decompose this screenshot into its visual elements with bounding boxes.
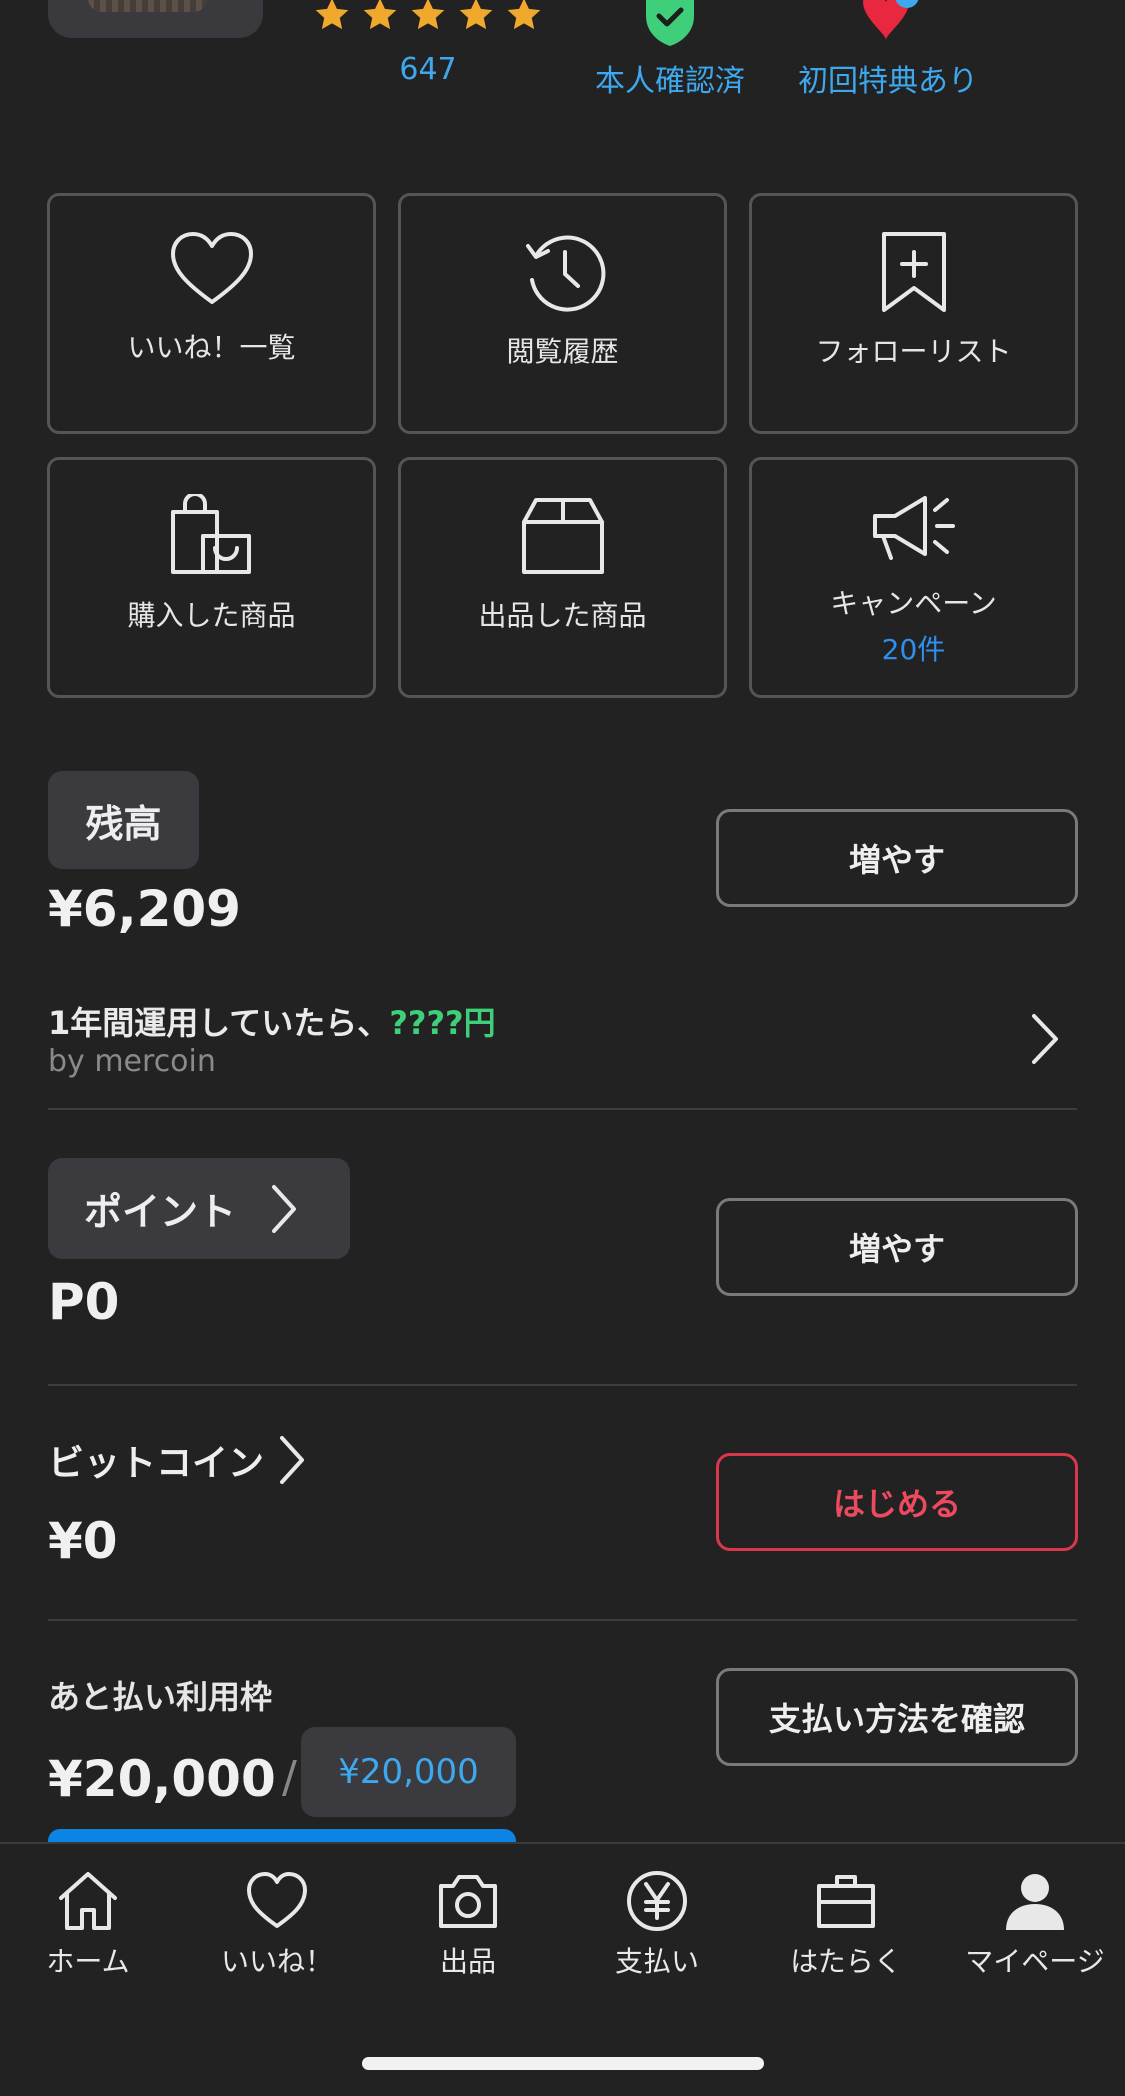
history-clock-icon	[525, 235, 605, 312]
bitcoin-amount: ¥0	[48, 1512, 118, 1570]
home-indicator	[362, 2057, 764, 2070]
tile-purchased[interactable]: 購入した商品	[47, 457, 376, 698]
tile-history-label: 閲覧履歴	[506, 335, 619, 368]
first-bonus-badge-label: 初回特典あり	[798, 64, 978, 99]
box-icon	[521, 498, 604, 574]
payment-method-button[interactable]: 支払い方法を確認	[716, 1668, 1078, 1766]
nav-work[interactable]: はたらく	[756, 1868, 936, 1980]
balance-label: 残高	[48, 771, 199, 869]
deferred-limit-label: あと払い利用枠	[48, 1678, 273, 1716]
tile-follow-list-label: フォローリスト	[815, 335, 1012, 368]
promo-by: by mercoin	[48, 1044, 216, 1079]
heart-icon	[170, 232, 253, 304]
nav-likes-label: いいね！	[220, 1945, 333, 1978]
camera-icon	[439, 1875, 497, 1928]
shopping-bag-icon	[170, 494, 251, 574]
divider	[48, 1384, 1077, 1386]
nav-pay-label: 支払い	[614, 1945, 699, 1978]
bookmark-plus-icon	[881, 232, 946, 312]
tile-likes[interactable]: いいね！一覧	[47, 193, 376, 434]
nav-likes[interactable]: いいね！	[187, 1868, 367, 1980]
points-label: ポイント	[84, 1190, 237, 1234]
bitcoin-label-button[interactable]: ビットコイン	[48, 1434, 306, 1486]
bitcoin-label: ビットコイン	[48, 1443, 265, 1484]
nav-sell[interactable]: 出品	[378, 1868, 558, 1980]
balance-increase-button[interactable]: 増やす	[716, 809, 1078, 907]
chevron-right-icon	[280, 1436, 305, 1484]
points-increase-button[interactable]: 増やす	[716, 1198, 1078, 1296]
divider	[48, 1619, 1077, 1621]
deferred-amount: ¥20,000	[48, 1750, 276, 1808]
chevron-right-icon	[272, 1184, 297, 1233]
rating-count[interactable]: 647	[312, 52, 544, 87]
tile-listed-label: 出品した商品	[478, 599, 647, 632]
rating-stars	[312, 0, 544, 34]
deferred-limit-value: ¥20,000	[301, 1727, 516, 1817]
points-amount: P0	[48, 1273, 120, 1331]
nav-mypage-label: マイページ	[965, 1945, 1105, 1978]
yen-circle-icon	[627, 1871, 687, 1931]
verified-shield-icon	[646, 0, 694, 46]
nav-sell-label: 出品	[439, 1945, 496, 1978]
nav-mypage[interactable]: マイページ	[945, 1868, 1125, 1980]
tile-listed[interactable]: 出品した商品	[398, 457, 727, 698]
star-icon	[507, 0, 541, 30]
nav-home-label: ホーム	[46, 1945, 130, 1978]
star-icon	[363, 0, 397, 30]
star-icon	[411, 0, 445, 30]
nav-pay[interactable]: 支払い	[567, 1868, 747, 1980]
heart-icon	[247, 1872, 307, 1928]
tile-history[interactable]: 閲覧履歴	[398, 193, 727, 434]
star-icon	[459, 0, 493, 30]
chevron-right-icon	[1032, 1014, 1058, 1064]
bitcoin-start-button[interactable]: はじめる	[716, 1453, 1078, 1551]
promo-title-highlight: ????円	[389, 1004, 496, 1042]
tile-campaign-label: キャンペーン	[830, 587, 997, 620]
promo-title: 1年間運用していたら、????円	[48, 998, 496, 1044]
balance-amount: ¥6,209	[48, 880, 241, 938]
megaphone-icon	[872, 496, 955, 560]
points-label-button[interactable]: ポイント	[48, 1158, 350, 1259]
home-icon	[59, 1872, 117, 1930]
deferred-separator: /	[282, 1752, 297, 1803]
heart-balloon-icon	[863, 0, 919, 40]
tile-likes-label: いいね！一覧	[127, 331, 296, 364]
tile-purchased-label: 購入した商品	[127, 599, 296, 632]
divider	[48, 1108, 1077, 1110]
campaign-count: 20件	[881, 633, 946, 666]
nav-work-label: はたらく	[790, 1945, 902, 1978]
tile-campaign[interactable]: キャンペーン 20件	[749, 457, 1078, 698]
avatar[interactable]	[48, 0, 263, 38]
verified-badge-label: 本人確認済	[595, 64, 745, 99]
tile-follow-list[interactable]: フォローリスト	[749, 193, 1078, 434]
briefcase-icon	[817, 1875, 875, 1928]
promo-title-prefix: 1年間運用していたら、	[48, 1004, 390, 1042]
star-icon	[315, 0, 349, 30]
person-icon	[1006, 1874, 1064, 1930]
nav-home[interactable]: ホーム	[0, 1868, 178, 1980]
